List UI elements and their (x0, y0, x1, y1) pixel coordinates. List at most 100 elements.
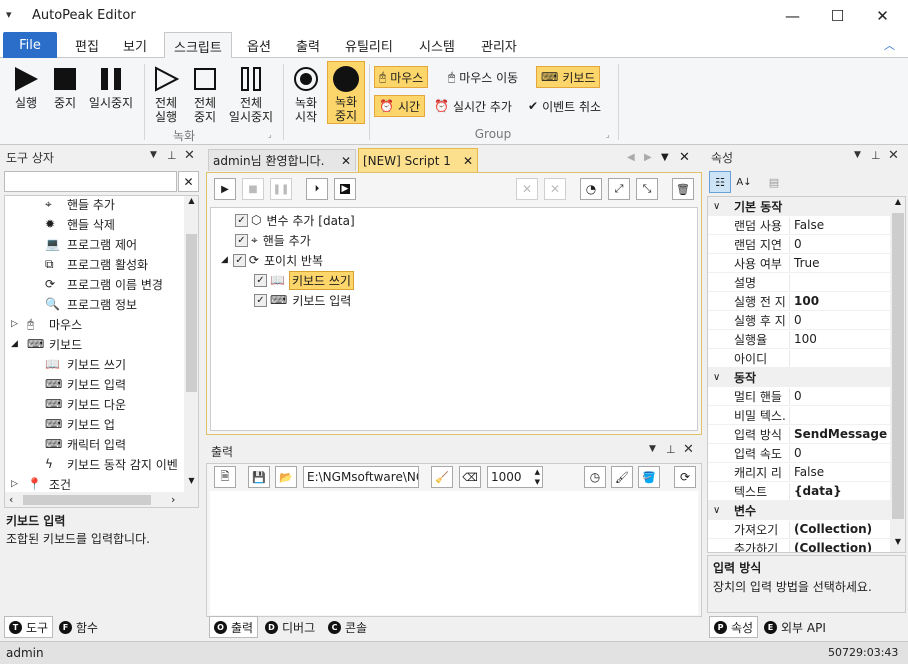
disabled-x-button[interactable]: ✕ (516, 178, 538, 200)
property-value[interactable]: True (790, 256, 820, 270)
property-category[interactable]: ∨ 변수 (708, 501, 890, 520)
tab-console[interactable]: C 콘솔 (324, 616, 371, 638)
delete-button[interactable]: 🗑 (672, 178, 694, 200)
property-row[interactable]: 실행율 100 (708, 330, 890, 349)
close-button[interactable]: ✕ (860, 0, 905, 32)
horizontal-scrollbar[interactable]: ‹ › (5, 492, 198, 507)
property-row[interactable]: 입력 속도 0 (708, 444, 890, 463)
pause-all-button[interactable]: 전체 일시중지 (226, 64, 276, 124)
menu-admin[interactable]: 관리자 (472, 32, 526, 58)
script-node[interactable]: ✓ ⌖ 핸들 추가 (235, 230, 311, 250)
property-row[interactable]: 사용 여부 True (708, 254, 890, 273)
stop-button[interactable]: 중지 (49, 64, 81, 110)
property-value[interactable]: 0 (790, 389, 802, 403)
property-row[interactable]: 설명 (708, 273, 890, 292)
dropdown-icon[interactable]: ▼ (854, 150, 861, 160)
checkbox-icon[interactable]: ✓ (235, 233, 248, 247)
property-row[interactable]: 실행 전 지 100 (708, 292, 890, 311)
scroll-thumb[interactable] (892, 213, 904, 519)
line-count-stepper[interactable]: 1000 ▲ ▼ (487, 466, 543, 488)
property-row[interactable]: 입력 방식 SendMessage (708, 425, 890, 444)
property-row[interactable]: 실행 후 지0 (708, 311, 890, 330)
mouse-move-toggle[interactable]: 🖱 마우스 이동 (444, 66, 522, 88)
open-folder-button[interactable]: 📂 (275, 466, 297, 488)
property-row[interactable]: 비밀 텍스. (708, 406, 890, 425)
property-value[interactable]: 100 (790, 294, 819, 308)
dropdown-icon[interactable]: ▼ (649, 444, 656, 454)
close-icon[interactable]: ✕ (683, 442, 694, 457)
save-log-button[interactable]: 💾 (248, 466, 270, 488)
stop-script-button[interactable]: ■ (242, 178, 264, 200)
step-button[interactable]: ⏵ (306, 178, 328, 200)
new-log-button[interactable]: 🗎 (214, 466, 236, 488)
reset-button[interactable]: ◔ (580, 178, 602, 200)
property-row[interactable]: 캐리지 리 False (708, 463, 890, 482)
pin-icon[interactable]: ⊥ (871, 149, 881, 162)
scroll-thumb[interactable] (23, 495, 151, 505)
property-row[interactable]: 멀티 핸들 0 (708, 387, 890, 406)
property-value[interactable]: (Collection) (790, 522, 872, 536)
record-stop-button[interactable]: 녹화 중지 (327, 61, 365, 124)
time-toggle[interactable]: ⏰ 시간 (374, 95, 426, 117)
event-cancel-toggle[interactable]: ✔ 이벤트 취소 (524, 95, 605, 117)
menu-file[interactable]: File (3, 32, 57, 58)
tree-item[interactable]: ▷ 📍 조건 (5, 474, 185, 494)
script-node[interactable]: ✓ ⬡ 변수 추가 [data] (235, 210, 355, 230)
tab-tools[interactable]: T 도구 (4, 616, 54, 638)
keyboard-toggle[interactable]: ⌨ 키보드 (536, 66, 601, 88)
collapse-all-button[interactable]: ⤡ (636, 178, 658, 200)
realtime-add-toggle[interactable]: ⏰ 실시간 추가 (430, 95, 516, 117)
property-row[interactable]: 랜덤 지연 0 (708, 235, 890, 254)
minimize-button[interactable]: — (770, 0, 815, 32)
tab-functions[interactable]: F 함수 (55, 616, 102, 638)
property-category[interactable]: ∨ 동작 (708, 368, 890, 387)
pin-icon[interactable]: ⊥ (167, 149, 177, 162)
menu-output[interactable]: 출력 (287, 32, 329, 58)
pause-button[interactable]: 일시중지 (86, 64, 136, 110)
quick-access-icon[interactable]: ▾ (6, 8, 12, 21)
tree-item[interactable]: ⌨ 캐릭터 입력 (5, 434, 185, 454)
tree-item[interactable]: ⌨ 키보드 다운 (5, 394, 185, 414)
vertical-scrollbar[interactable]: ▲ ▼ (890, 197, 905, 552)
clear-search-button[interactable]: ✕ (178, 171, 199, 192)
maximize-button[interactable]: ☐ (815, 0, 860, 32)
close-tab-icon[interactable]: ✕ (341, 154, 351, 168)
property-pages-button[interactable]: ▤ (763, 171, 785, 193)
tree-item[interactable]: ⧉ 프로그램 활성화 (5, 254, 185, 274)
property-row[interactable]: 추가하기 (Collection) (708, 539, 890, 552)
close-editor-icon[interactable]: ✕ (679, 150, 690, 165)
expand-all-button[interactable]: ⤢ (608, 178, 630, 200)
property-row[interactable]: 가져오기 (Collection) (708, 520, 890, 539)
checkbox-icon[interactable]: ✓ (232, 253, 246, 267)
collapse-ribbon-icon[interactable]: ︿ (884, 37, 895, 53)
tab-debug[interactable]: D 디버그 (261, 616, 319, 638)
tree-item[interactable]: 🔍 프로그램 정보 (5, 294, 185, 314)
pin-icon[interactable]: ⊥ (666, 443, 676, 456)
script-node[interactable]: ✓ ⌨ 키보드 입력 (254, 290, 351, 310)
tab-list-icon[interactable]: ▼ (661, 152, 669, 163)
tab-prev-icon[interactable]: ◀ (627, 152, 635, 163)
record-start-button[interactable]: 녹화 시작 (290, 64, 322, 124)
tree-item[interactable]: ▷ 🖰 마우스 (5, 314, 185, 334)
mouse-toggle[interactable]: 🖰 마우스 (374, 66, 429, 88)
menu-system[interactable]: 시스템 (410, 32, 464, 58)
tree-item[interactable]: ⟳ 프로그램 이름 변경 (5, 274, 185, 294)
brush-button[interactable]: 🖌 (611, 466, 633, 488)
fill-button[interactable]: 🪣 (638, 466, 660, 488)
checkbox-icon[interactable]: ✓ (254, 273, 267, 287)
tree-item[interactable]: 📖 키보드 쓰기 (5, 354, 185, 374)
pause-script-button[interactable]: ❚❚ (270, 178, 292, 200)
property-value[interactable]: 0 (790, 237, 802, 251)
property-value[interactable]: 0 (790, 313, 802, 327)
property-value[interactable]: {data} (790, 484, 842, 498)
scroll-thumb[interactable] (186, 234, 197, 392)
tree-item[interactable]: ◢ ⌨ 키보드 (5, 334, 185, 354)
tab-external-api[interactable]: E 외부 API (760, 616, 830, 638)
dropdown-icon[interactable]: ▼ (150, 150, 157, 160)
property-category[interactable]: ∨ 기본 동작 (708, 197, 890, 216)
tab-output[interactable]: O 출력 (209, 616, 259, 638)
eraser-button[interactable]: ⌫ (459, 466, 481, 488)
property-row[interactable]: 텍스트 {data} (708, 482, 890, 501)
toolbox-search-input[interactable] (4, 171, 177, 192)
property-row[interactable]: 랜덤 사용 False (708, 216, 890, 235)
